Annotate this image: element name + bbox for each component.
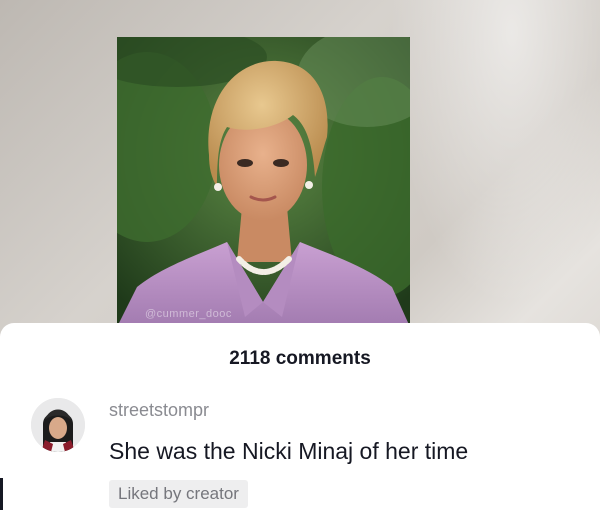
screen-glare	[380, 0, 600, 330]
video-watermark: @cummer_dooc	[145, 308, 232, 320]
comment-count: 2118 comments	[229, 348, 371, 369]
avatar-icon	[31, 398, 85, 452]
user-avatar[interactable]	[31, 398, 85, 452]
portrait-image	[117, 37, 410, 327]
video-photo[interactable]	[117, 37, 410, 327]
edge-scroll-indicator	[0, 478, 3, 510]
comment-username[interactable]: streetstompr	[109, 400, 209, 421]
comment-text: She was the Nicki Minaj of her time	[109, 438, 469, 464]
liked-by-creator-badge: Liked by creator	[109, 480, 248, 508]
video-screen[interactable]: @cummer_dooc 2118 comments streetstompr …	[0, 0, 600, 524]
